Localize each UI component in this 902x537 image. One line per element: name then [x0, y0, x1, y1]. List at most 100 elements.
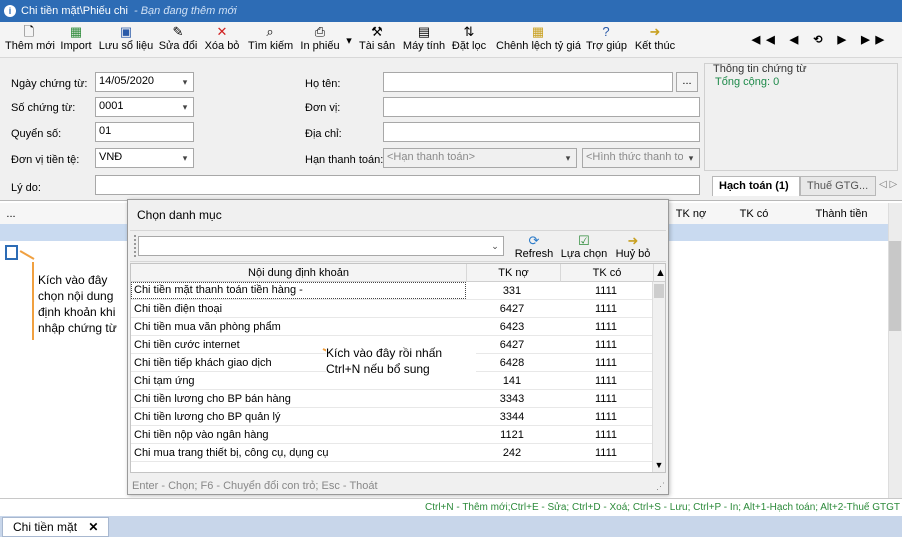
voucher-number-label: Số chứng từ: — [11, 102, 76, 114]
col-header-content: Nội dung định khoản — [131, 264, 467, 282]
resize-grip-icon[interactable]: ⋰ — [656, 481, 665, 492]
mode-hint: - Bạn đang thêm mới — [134, 5, 237, 17]
new-button[interactable]: 🗋 Thêm mới — [5, 24, 55, 56]
delete-button[interactable]: ✕ Xóa bỏ — [203, 24, 241, 56]
exit-button[interactable]: ➜ Kết thúc — [634, 24, 676, 56]
row-credit: 1111 — [594, 429, 618, 441]
row-credit: 1111 — [594, 375, 618, 387]
table-row[interactable]: Chi tiền điện thoại 6427 1111 — [131, 300, 653, 318]
refresh-button[interactable]: ⟳ Refresh — [514, 233, 554, 260]
row-picker-button[interactable] — [5, 245, 18, 260]
row-debit: 331 — [502, 285, 522, 297]
print-button[interactable]: ⎙ In phiếu — [298, 24, 342, 56]
row-debit: 3343 — [499, 393, 525, 405]
grid-header-blank — [22, 203, 130, 225]
row-content: Chi tiền tiếp khách giao dịch — [134, 357, 272, 369]
sort-filter-icon: ⇅ — [463, 24, 475, 39]
reason-field[interactable] — [95, 175, 700, 195]
tools-icon: ⚒ — [371, 24, 383, 39]
chevron-down-icon[interactable]: ⌄ — [487, 237, 503, 255]
row-content: Chi mua trang thiết bị, công cụ, dụng cụ — [134, 447, 329, 459]
row-credit: 1111 — [594, 285, 618, 297]
row-content: Chi tiền nộp vào ngân hàng — [134, 429, 269, 441]
assets-button[interactable]: ⚒ Tài sản — [359, 24, 395, 56]
tab-scroll-arrows[interactable]: ◁ ▷ — [879, 179, 897, 190]
scroll-down-button[interactable]: ▼ — [653, 460, 665, 472]
shortcut-hints: Ctrl+N - Thêm mới;Ctrl+E - Sửa; Ctrl+D -… — [0, 498, 902, 516]
browse-button[interactable]: ... — [676, 72, 698, 92]
address-field[interactable] — [383, 122, 700, 142]
dialog-footer-hint: Enter - Chọn; F6 - Chuyển đổi con trỏ; E… — [132, 480, 378, 492]
help-button[interactable]: ? Trợ giúp — [586, 24, 627, 56]
calculator-button[interactable]: ▤ Máy tính — [401, 24, 447, 56]
chevron-down-icon[interactable]: ▾ — [177, 98, 193, 116]
row-debit: 1121 — [500, 429, 524, 441]
tab-accounting[interactable]: Hạch toán (1) — [712, 176, 800, 196]
table-row[interactable]: Chi tiền lương cho BP quản lý 3344 1111 — [131, 408, 653, 426]
address-label: Địa chỉ: — [305, 128, 342, 140]
chevron-down-icon[interactable]: ▾ — [177, 149, 193, 167]
calculator-icon: ▤ — [417, 24, 431, 39]
table-row[interactable]: Chi tiền nộp vào ngân hàng 1121 1111 — [131, 426, 653, 444]
save-icon: ▣ — [119, 24, 133, 39]
chevron-down-icon: ▾ — [346, 35, 352, 47]
scroll-up-button[interactable]: ▲ — [654, 264, 665, 282]
edit-button[interactable]: ✎ Sửa đổi — [158, 24, 198, 56]
grid-header-select: ... — [0, 203, 22, 225]
unit-field[interactable] — [383, 97, 700, 117]
exit-icon: ➜ — [649, 24, 661, 39]
table-scrollbar[interactable]: ▼ — [652, 282, 665, 472]
edit-icon: ✎ — [172, 24, 184, 39]
date-label: Ngày chứng từ: — [11, 78, 88, 90]
voucher-info-box: Thông tin chứng từ Tổng cộng: 0 — [704, 63, 898, 171]
chevron-down-icon[interactable]: ▾ — [560, 149, 576, 167]
row-content: Chi tiền cước internet — [134, 339, 240, 351]
row-credit: 1111 — [594, 393, 618, 405]
import-button[interactable]: ▦ Import — [58, 24, 94, 56]
chevron-down-icon[interactable]: ▾ — [683, 149, 699, 167]
grid-scroll-thumb[interactable] — [889, 241, 901, 331]
filter-button[interactable]: ⇅ Đặt lọc — [451, 24, 487, 56]
tab-vat[interactable]: Thuế GTG... — [800, 176, 876, 196]
exchange-rate-button[interactable]: ▦ Chênh lệch tỷ giá — [496, 24, 581, 56]
table-scroll-thumb[interactable] — [654, 284, 664, 298]
search-button[interactable]: ⌕ Tìm kiếm — [248, 24, 293, 56]
delete-icon: ✕ — [216, 24, 228, 39]
table-row[interactable]: Chi tiền lương cho BP bán hàng 3343 1111 — [131, 390, 653, 408]
table-row[interactable]: Chi tiền mua văn phòng phẩm 6423 1111 — [131, 318, 653, 336]
select-button[interactable]: ☑ Lựa chọn — [560, 233, 608, 260]
payment-method-select[interactable]: <Hình thức thanh toán> ▾ — [582, 148, 700, 168]
book-number-field[interactable]: 01 — [95, 122, 194, 142]
table-row[interactable]: Chi mua trang thiết bị, công cụ, dụng cụ… — [131, 444, 653, 462]
cancel-button[interactable]: ➜ Huỷ bỏ — [614, 233, 652, 260]
document-tab-bar: Chi tiền mặt ✕ — [0, 516, 902, 537]
row-content: Chi tiền mua văn phòng phẩm — [134, 321, 281, 333]
row-credit: 1111 — [594, 447, 618, 459]
due-date-label: Hạn thanh toán: — [305, 154, 384, 166]
toolbar-grip — [134, 235, 137, 257]
title-bar: i Chi tiền mặt\Phiếu chi - Bạn đang thêm… — [0, 0, 902, 22]
currency-select[interactable]: VNĐ ▾ — [95, 148, 194, 168]
due-date-select[interactable]: <Hạn thanh toán> ▾ — [383, 148, 577, 168]
save-button[interactable]: ▣ Lưu sổ liệu — [98, 24, 154, 56]
dialog-title: Chọn danh mục — [137, 208, 222, 222]
print-icon: ⎙ — [314, 24, 326, 39]
row-content: Chi tiền lương cho BP quản lý — [134, 411, 281, 423]
voucher-number-field[interactable]: 0001 ▾ — [95, 97, 194, 117]
window-title: Chi tiền mặt\Phiếu chi — [21, 5, 128, 17]
row-credit: 1111 — [594, 339, 618, 351]
info-icon: i — [4, 5, 16, 17]
row-debit: 6428 — [499, 357, 525, 369]
category-filter-select[interactable]: ⌄ — [138, 236, 504, 256]
close-icon[interactable]: ✕ — [88, 520, 98, 534]
date-field[interactable]: 14/05/2020 ▾ — [95, 72, 194, 92]
document-tab[interactable]: Chi tiền mặt ✕ — [2, 517, 110, 537]
row-debit: 6427 — [499, 303, 525, 315]
name-field[interactable] — [383, 72, 673, 92]
book-number-label: Quyển số: — [11, 128, 62, 140]
exchange-icon: ▦ — [531, 24, 545, 39]
record-navigation[interactable]: ◀◀ ◀ ⟲ ▶ ▶▶ — [752, 33, 890, 46]
table-row[interactable]: Chi tiền mặt thanh toán tiền hàng - 331 11… — [131, 282, 653, 300]
chevron-down-icon[interactable]: ▾ — [177, 73, 193, 91]
col-header-credit: TK có — [561, 264, 654, 282]
